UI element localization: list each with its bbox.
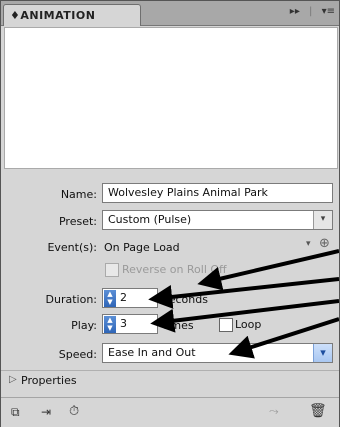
chevron-down-icon[interactable]: ▾ (313, 211, 332, 229)
reverse-label: Reverse on Roll Off (122, 263, 227, 276)
timer-icon[interactable]: ⏱ (69, 404, 79, 419)
events-value[interactable]: On Page Load (104, 241, 180, 254)
duration-value: 2 (120, 291, 127, 304)
play-stepper[interactable]: ▲ ▼ 3 (102, 314, 158, 334)
panel-menu-icon[interactable]: ▾≡ (322, 6, 335, 17)
preview-icon[interactable]: ⧉ (11, 405, 20, 420)
events-label: Event(s): (47, 241, 97, 254)
loop-checkbox[interactable] (219, 318, 233, 332)
duration-label: Duration: (45, 293, 97, 306)
preset-value: Custom (Pulse) (108, 213, 192, 226)
reverse-checkbox[interactable] (105, 263, 119, 277)
loop-label: Loop (235, 318, 262, 331)
panel-footer: ⧉ ⇥ ⏱ ⤳ 🗑 (1, 397, 339, 427)
tab-label: ANIMATION (20, 9, 96, 22)
name-label: Name: (60, 188, 97, 201)
play-value: 3 (120, 317, 127, 330)
trash-icon[interactable]: 🗑 (309, 403, 327, 419)
speed-dropdown[interactable]: Ease In and Out ▾ (102, 343, 333, 363)
chevron-down-icon[interactable]: ▾ (313, 344, 332, 362)
preset-label: Preset: (58, 215, 97, 228)
tab-diamond-icon: ♦ (10, 9, 21, 22)
fast-forward-icon[interactable]: ▸▸ (290, 6, 300, 17)
animation-preview (4, 27, 338, 169)
add-event-icon[interactable]: ⊕ (319, 236, 330, 251)
speed-label: Speed: (58, 348, 97, 361)
divider (1, 370, 339, 371)
toolbar-separator: | (309, 6, 313, 17)
tab-animation[interactable]: ♦ANIMATION (3, 4, 141, 26)
preset-dropdown[interactable]: Custom (Pulse) ▾ (102, 210, 333, 230)
duration-stepper[interactable]: ▲ ▼ 2 (102, 288, 158, 308)
duration-unit: seconds (163, 293, 208, 306)
stepper-arrows-icon[interactable]: ▲ ▼ (104, 316, 116, 333)
speed-value: Ease In and Out (108, 346, 196, 359)
stepper-arrows-icon[interactable]: ▲ ▼ (104, 290, 116, 307)
events-dropdown-arrow-icon[interactable]: ▾ (306, 239, 311, 249)
expand-triangle-icon[interactable]: ▷ (9, 374, 17, 385)
load-icon[interactable]: ⇥ (41, 405, 51, 419)
name-field[interactable]: Wolvesley Plains Animal Park (102, 183, 333, 203)
panel-tab-bar: ♦ANIMATION ▸▸ | ▾≡ (1, 1, 339, 26)
animation-panel: ♦ANIMATION ▸▸ | ▾≡ Name: Wolvesley Plain… (0, 0, 340, 427)
play-unit: times (163, 319, 194, 332)
tab-icons: ▸▸ | ▾≡ (284, 6, 335, 17)
play-label: Play: (71, 319, 97, 332)
convert-icon[interactable]: ⤳ (269, 404, 279, 419)
properties-section-toggle[interactable]: Properties (21, 374, 77, 387)
